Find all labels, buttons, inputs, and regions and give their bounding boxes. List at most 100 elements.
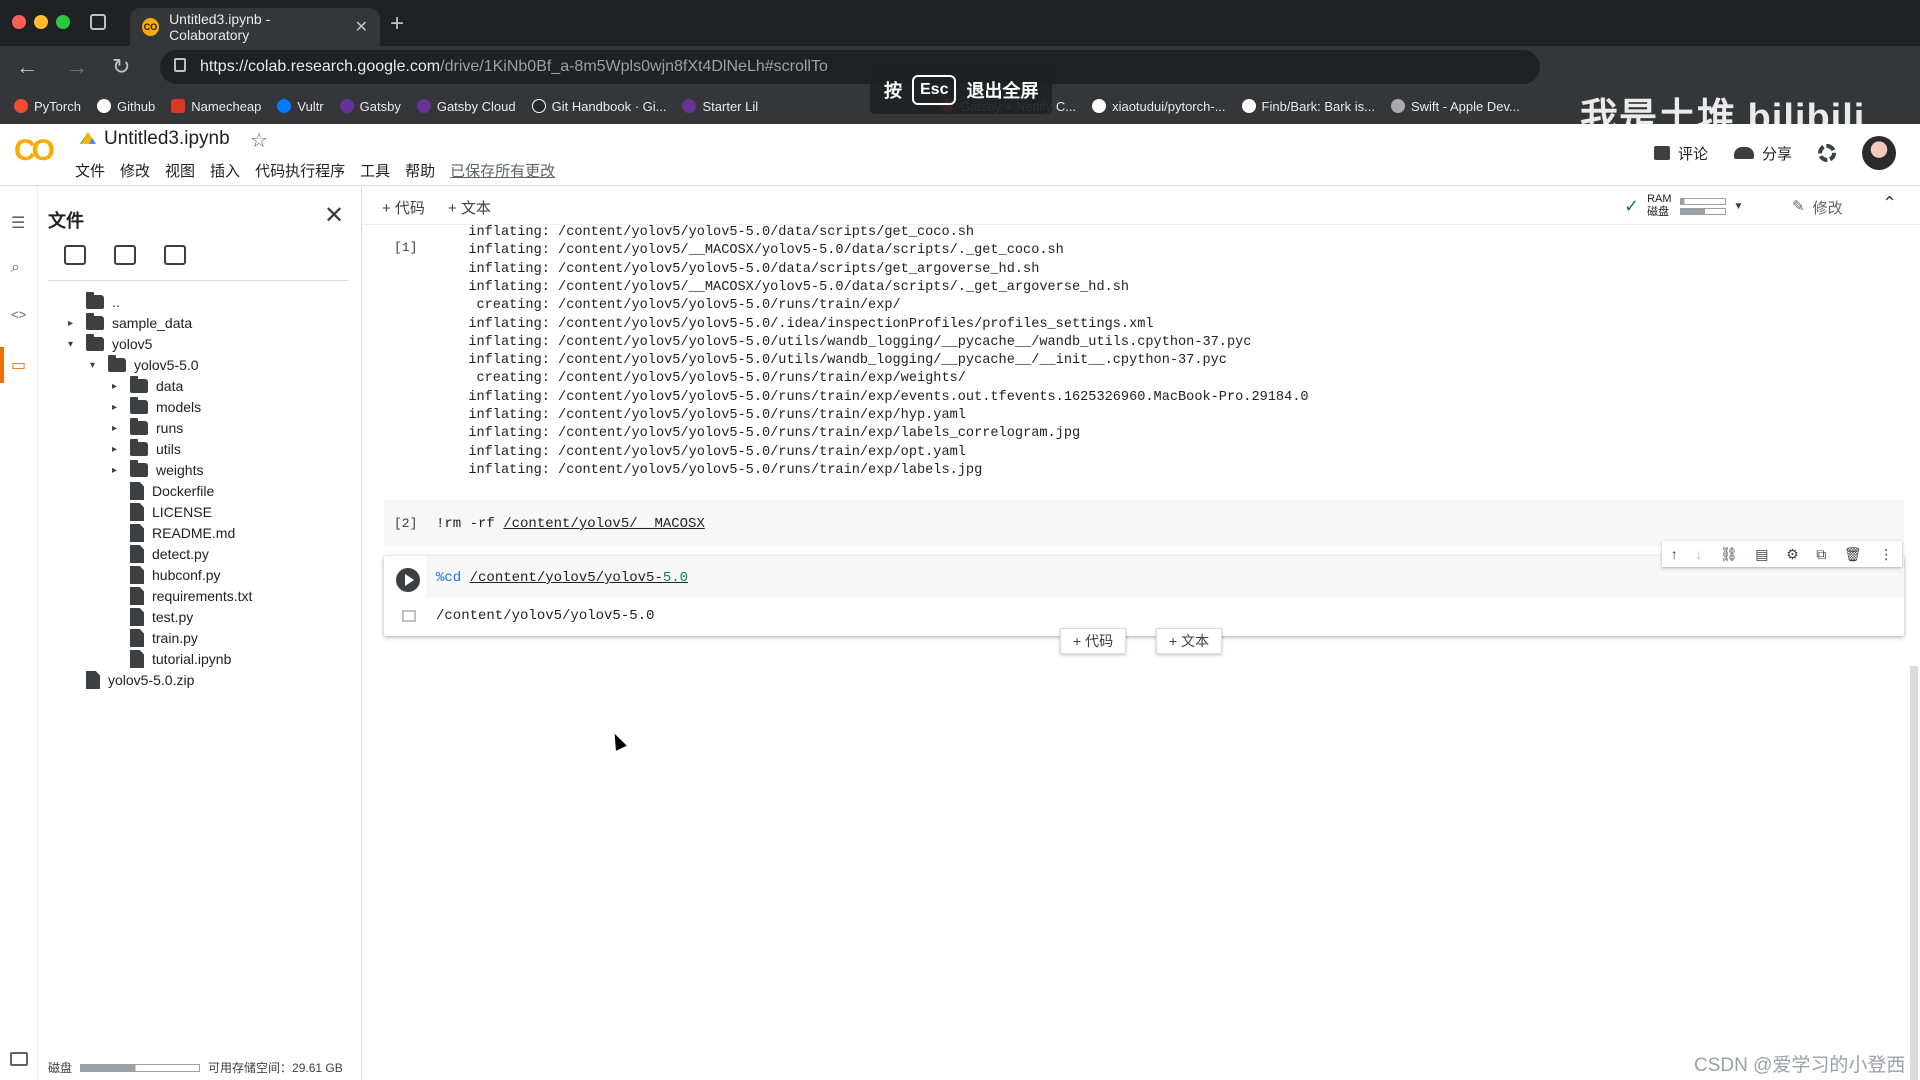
folder-icon[interactable]: ▭ — [11, 355, 27, 374]
mount-drive-icon[interactable] — [164, 245, 186, 265]
file-tools — [64, 245, 186, 265]
chevron-down-icon[interactable]: ▼ — [1734, 201, 1744, 212]
run-cell-button[interactable] — [396, 568, 420, 592]
tree-item-file[interactable]: tutorial.ipynb — [112, 648, 231, 670]
tree-item-folder[interactable]: ▸ sample_data — [68, 312, 192, 334]
colab-logo[interactable]: CO — [14, 134, 55, 168]
move-down-icon[interactable]: ↓ — [1695, 546, 1702, 562]
refresh-folder-icon[interactable] — [114, 245, 136, 265]
menu-tools[interactable]: 工具 — [360, 160, 390, 181]
bookmark-item[interactable]: Gatsby — [339, 99, 401, 114]
code-cell-active[interactable]: %cd /content/yolov5/yolov5-5.0 /content/… — [384, 556, 1904, 636]
tree-item-folder[interactable]: ▸ weights — [112, 459, 203, 481]
tree-item-file[interactable]: test.py — [112, 606, 193, 628]
search-icon[interactable]: ⌕ — [11, 259, 27, 276]
bookmark-item[interactable]: Swift - Apple Dev... — [1390, 99, 1520, 114]
share-button[interactable]: 分享 — [1733, 143, 1792, 164]
minimize-window-button[interactable] — [34, 15, 48, 29]
bookmark-item[interactable]: xiaotudui/pytorch-... — [1092, 99, 1226, 114]
tree-item-file[interactable]: hubconf.py — [112, 564, 221, 586]
tree-item-folder[interactable]: ▸ data — [112, 375, 183, 397]
bookmark-item[interactable]: PyTorch — [14, 99, 81, 114]
tree-item-file[interactable]: train.py — [112, 627, 198, 649]
terminal-icon[interactable] — [10, 1052, 28, 1066]
chevron-right-icon[interactable]: ▸ — [112, 444, 122, 455]
comment-icon[interactable]: ▤ — [1755, 546, 1768, 563]
bookmark-item[interactable]: Git Handbook · Gi... — [531, 99, 666, 114]
forward-icon[interactable]: → — [66, 54, 88, 80]
mirror-cell-icon[interactable]: ⧉ — [1816, 546, 1826, 563]
tree-item-folder[interactable]: ▸ utils — [112, 438, 181, 460]
edit-mode-button[interactable]: ✎ 修改 — [1792, 197, 1843, 218]
avatar[interactable] — [1862, 136, 1896, 170]
add-text-inline-button[interactable]: + 文本 — [1156, 628, 1223, 654]
tree-item-file[interactable]: yolov5-5.0.zip — [68, 669, 194, 691]
reload-icon[interactable]: ↻ — [112, 54, 130, 80]
scrollbar[interactable] — [1910, 666, 1918, 1080]
gatsby-icon — [339, 99, 354, 113]
menu-insert[interactable]: 插入 — [210, 160, 240, 181]
menu-file[interactable]: 文件 — [75, 160, 105, 181]
chevron-down-icon[interactable]: ▾ — [68, 339, 78, 350]
path-link[interactable]: /content/yolov5/yolov5-5.0 — [470, 570, 688, 586]
tab-search-icon[interactable] — [90, 14, 106, 30]
back-icon[interactable]: ← — [16, 54, 38, 80]
tree-item-file[interactable]: requirements.txt — [112, 585, 252, 607]
chevron-right-icon[interactable]: ▸ — [68, 318, 78, 329]
star-icon[interactable]: ☆ — [250, 128, 268, 153]
new-tab-icon[interactable]: + — [390, 10, 404, 38]
chevron-down-icon[interactable]: ▾ — [90, 360, 100, 371]
menu-edit[interactable]: 修改 — [120, 160, 150, 181]
clear-output-icon[interactable] — [402, 610, 416, 622]
chevron-right-icon[interactable]: ▸ — [112, 402, 122, 413]
menu-help[interactable]: 帮助 — [405, 160, 435, 181]
add-code-button[interactable]: + 代码 — [382, 197, 425, 218]
maximize-window-button[interactable] — [56, 15, 70, 29]
more-icon[interactable]: ⋮ — [1879, 546, 1893, 563]
tree-item-up[interactable]: .. — [68, 291, 120, 313]
menu-view[interactable]: 视图 — [165, 160, 195, 181]
settings-gear-icon[interactable] — [1818, 144, 1836, 162]
add-text-button[interactable]: + 文本 — [448, 197, 491, 218]
delete-icon[interactable]: 🗑 — [1844, 546, 1862, 563]
table-of-contents-icon[interactable]: ☰ — [11, 213, 27, 232]
tree-item-folder[interactable]: ▾ yolov5 — [68, 333, 152, 355]
bookmark-item[interactable]: Gatsby Cloud — [416, 99, 516, 114]
bookmark-item[interactable]: Namecheap — [171, 99, 261, 114]
tree-item-folder[interactable]: ▸ models — [112, 396, 201, 418]
tree-item-file[interactable]: README.md — [112, 522, 235, 544]
chevron-right-icon[interactable]: ▸ — [112, 465, 122, 476]
bookmark-item[interactable]: Vultr — [277, 99, 324, 114]
link-icon[interactable]: ⛓ — [1720, 546, 1738, 563]
tree-item-folder[interactable]: ▸ runs — [112, 417, 183, 439]
tree-item-file[interactable]: LICENSE — [112, 501, 212, 523]
saved-status-link[interactable]: 已保存所有更改 — [450, 160, 555, 181]
move-up-icon[interactable]: ↑ — [1671, 546, 1678, 562]
comment-button[interactable]: 评论 — [1653, 143, 1708, 164]
code-cell[interactable]: [2] !rm -rf /content/yolov5/__MACOSX — [384, 500, 1904, 546]
add-code-inline-button[interactable]: + 代码 — [1060, 628, 1127, 654]
notebook-title[interactable]: Untitled3.ipynb — [80, 128, 230, 150]
collapse-header-icon[interactable]: ⌃ — [1882, 193, 1897, 214]
bookmark-item[interactable]: Finb/Bark: Bark is... — [1241, 99, 1375, 114]
path-link[interactable]: /content/yolov5/__MACOSX — [503, 516, 705, 532]
cell-code[interactable]: !rm -rf /content/yolov5/__MACOSX — [436, 516, 705, 532]
browser-tab[interactable]: CO Untitled3.ipynb - Colaboratory ✕ — [130, 8, 380, 46]
tree-item-folder[interactable]: ▾ yolov5-5.0 — [90, 354, 199, 376]
bookmark-item[interactable]: Github — [96, 99, 155, 114]
upload-file-icon[interactable] — [64, 245, 86, 265]
resource-monitor[interactable]: ✓ RAM 磁盘 ▼ — [1624, 193, 1743, 219]
close-tab-icon[interactable]: ✕ — [355, 17, 368, 37]
close-icon[interactable]: ✕ — [324, 201, 344, 230]
bookmark-item[interactable]: Starter Lil — [682, 99, 758, 114]
chevron-right-icon[interactable]: ▸ — [112, 381, 122, 392]
gear-icon[interactable]: ⚙ — [1786, 546, 1799, 563]
tree-item-file[interactable]: Dockerfile — [112, 480, 214, 502]
close-window-button[interactable] — [12, 15, 26, 29]
code-snippets-icon[interactable]: <> — [11, 307, 27, 323]
menu-runtime[interactable]: 代码执行程序 — [255, 160, 345, 181]
tree-item-file[interactable]: detect.py — [112, 543, 209, 565]
address-bar[interactable]: https://colab.research.google.com/drive/… — [160, 50, 1540, 84]
chevron-right-icon[interactable]: ▸ — [112, 423, 122, 434]
cell-code[interactable]: %cd /content/yolov5/yolov5-5.0 — [436, 570, 688, 586]
